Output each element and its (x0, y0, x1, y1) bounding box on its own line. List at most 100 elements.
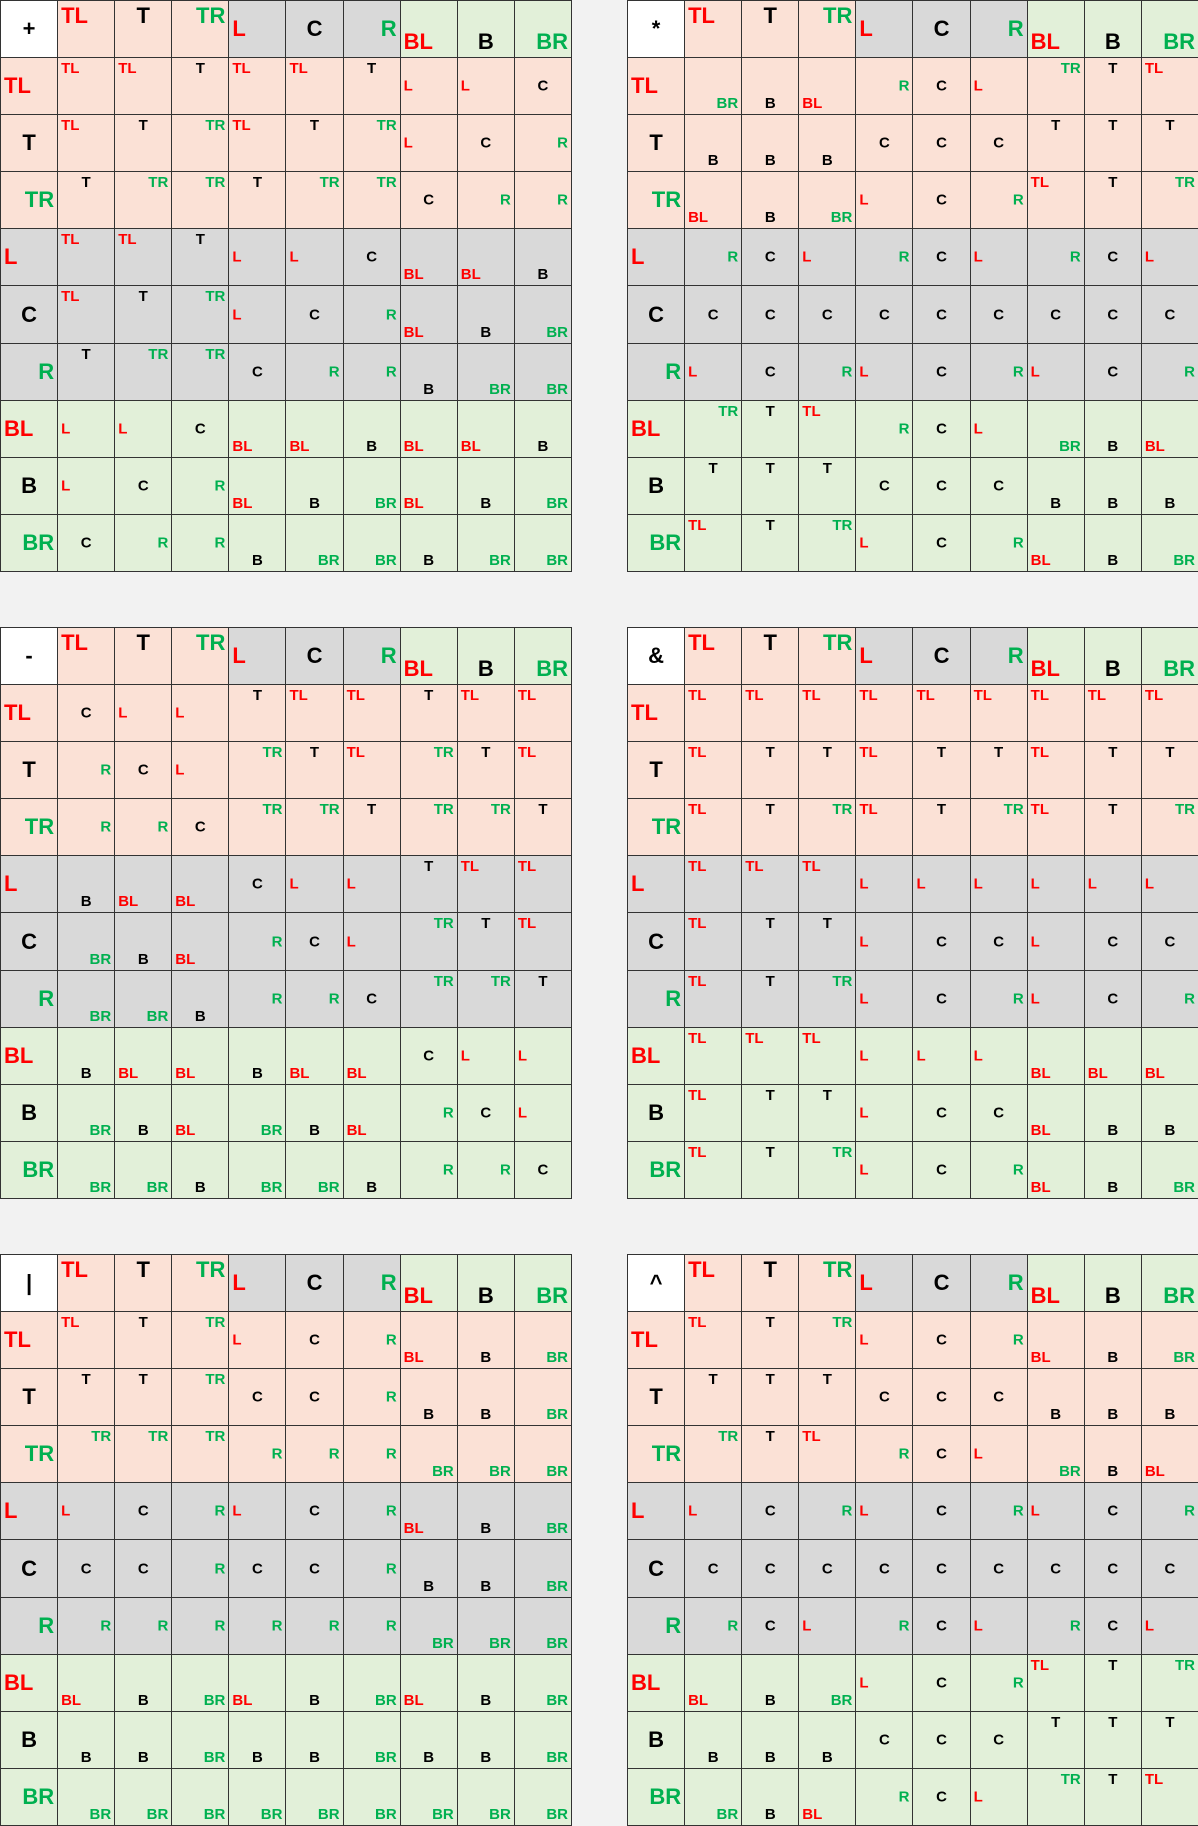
column-header: TR (799, 1255, 856, 1312)
cell-label: TL (232, 60, 250, 77)
table-cell: C (913, 1141, 970, 1198)
table-cell: L (457, 58, 514, 115)
cell-label: L (232, 1270, 245, 1296)
cell-label: TR (205, 346, 225, 363)
table-cell: BR (457, 514, 514, 571)
table-cell: B (457, 457, 514, 514)
cell-label: C (856, 306, 912, 323)
table-cell: TL (514, 742, 571, 799)
cell-label: C (172, 420, 228, 437)
column-header: R (970, 1255, 1027, 1312)
operator-table: &TLTTRLCRBLBBRTLTLTLTLTLTLTLTLTLTLTTLTTT… (627, 627, 1198, 1199)
cell-label: C (913, 306, 969, 323)
table-cell: L (514, 1027, 571, 1084)
table-cell: T (172, 58, 229, 115)
cell-label: BR (489, 552, 511, 569)
cell-label: TR (196, 630, 225, 656)
cell-label: TR (652, 814, 681, 840)
table-row: TLBRBBLRCLTRTTL (628, 58, 1198, 115)
table-cell: C (913, 58, 970, 115)
cell-label: BL (1145, 1065, 1165, 1082)
cell-label: R (1008, 1270, 1024, 1296)
cell-label: TR (832, 1314, 852, 1331)
cell-label: C (1, 1556, 57, 1582)
table-cell: T (742, 1141, 799, 1198)
table-row: TRRRCTRTRTTRTRT (1, 799, 572, 856)
table-cell: TL (970, 685, 1027, 742)
table-cell: B (229, 1027, 286, 1084)
row-header: BL (1, 400, 58, 457)
cell-label: BL (289, 438, 309, 455)
cell-label: BR (546, 495, 568, 512)
table-cell: B (457, 1711, 514, 1768)
cell-label: TL (518, 744, 536, 761)
column-header: T (115, 1, 172, 58)
cell-label: C (1085, 933, 1141, 950)
cell-label: BL (461, 266, 481, 283)
cell-label: TR (434, 744, 454, 761)
cell-label: TL (1145, 1771, 1163, 1788)
cell-label: TR (823, 1257, 852, 1283)
cell-label: TL (61, 630, 88, 656)
table-cell: BL (799, 58, 856, 115)
table-cell: BR (115, 1141, 172, 1198)
table-cell: B (799, 1711, 856, 1768)
table-cell: C (457, 115, 514, 172)
table-cell: B (457, 1540, 514, 1597)
table-row: TTTTRCCRBBBR (1, 1369, 572, 1426)
table-cell: B (172, 970, 229, 1027)
table-cell: T (913, 799, 970, 856)
table-row: CTLTTRLCRBLBBR (1, 286, 572, 343)
table-cell: T (742, 457, 799, 514)
cell-label: BR (649, 1157, 681, 1183)
table-cell: L (58, 457, 115, 514)
cell-label: B (742, 152, 798, 169)
table-cell: C (115, 457, 172, 514)
table-cell: L (286, 856, 343, 913)
table-row: RTTRTRCRRBBRBR (1, 343, 572, 400)
table-cell: C (1084, 970, 1141, 1027)
cell-label: L (461, 1047, 470, 1064)
table-cell: B (1084, 1426, 1141, 1483)
cell-label: BL (631, 1043, 660, 1069)
table-cell: BR (400, 1768, 457, 1825)
cell-label: B (799, 152, 855, 169)
cell-label: B (1142, 495, 1198, 512)
row-header: TL (628, 1312, 685, 1369)
cell-label: BL (118, 893, 138, 910)
row-header: C (628, 913, 685, 970)
table-cell: TL (685, 970, 742, 1027)
cell-label: TL (61, 288, 79, 305)
cell-label: TL (1031, 744, 1049, 761)
table-cell: B (58, 856, 115, 913)
cell-label: BR (649, 530, 681, 556)
cell-label: TR (1175, 801, 1195, 818)
table-cell: R (970, 343, 1027, 400)
cell-label: B (1085, 552, 1141, 569)
table-cell: TR (115, 172, 172, 229)
cell-label: C (742, 363, 798, 380)
cell-label: TR (205, 1314, 225, 1331)
cell-label: TL (1031, 801, 1049, 818)
table-cell: L (229, 1483, 286, 1540)
cell-label: T (1085, 1657, 1141, 1674)
table-cell: L (970, 400, 1027, 457)
table-cell: T (457, 913, 514, 970)
row-header: TL (1, 685, 58, 742)
table-cell: C (742, 229, 799, 286)
table-cell: TL (742, 856, 799, 913)
table-cell: L (343, 856, 400, 913)
cell-label: R (157, 534, 168, 551)
column-header: TL (685, 1, 742, 58)
table-row: BRBRBBLRCLTRTTL (628, 1768, 1198, 1825)
cell-label: BR (546, 1806, 568, 1823)
cell-label: BR (717, 95, 739, 112)
table-cell: B (400, 1540, 457, 1597)
cell-label: B (1085, 495, 1141, 512)
row-header: BR (1, 1141, 58, 1198)
cell-label: L (232, 249, 241, 266)
table-cell: BR (1027, 1426, 1084, 1483)
table-cell: C (856, 286, 913, 343)
table-cell: BL (685, 172, 742, 229)
table-cell: TR (400, 913, 457, 970)
